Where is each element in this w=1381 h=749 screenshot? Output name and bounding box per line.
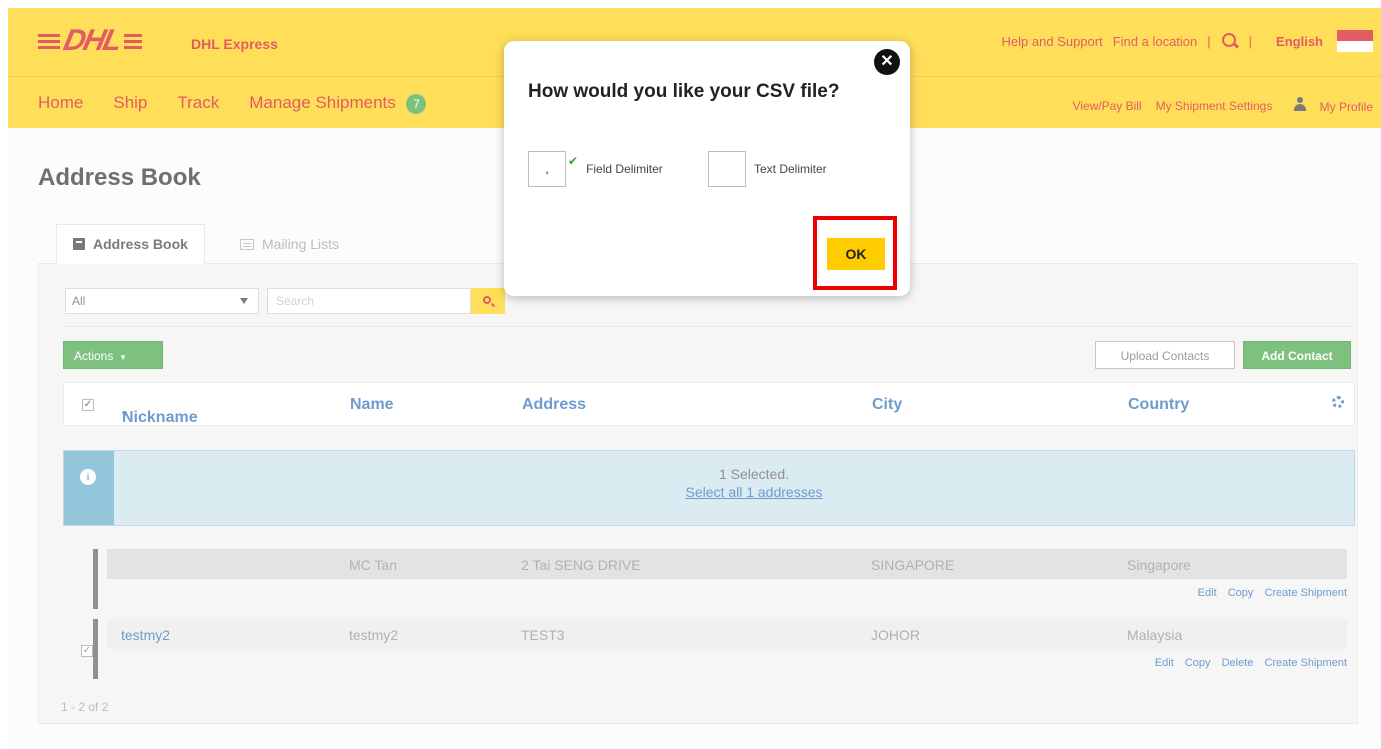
text-delimiter-group: Text Delimiter [708, 151, 827, 187]
field-delimiter-label: Field Delimiter [586, 162, 663, 176]
ok-button[interactable]: OK [827, 238, 885, 270]
check-icon: ✔ [568, 154, 579, 168]
field-delimiter-group: ✔ Field Delimiter [528, 151, 663, 187]
field-delimiter-input[interactable] [528, 151, 566, 187]
text-delimiter-input[interactable] [708, 151, 746, 187]
modal-title: How would you like your CSV file? [528, 81, 840, 102]
csv-options-modal: ✕ How would you like your CSV file? ✔ Fi… [504, 41, 910, 296]
close-icon[interactable]: ✕ [874, 49, 900, 75]
text-delimiter-label: Text Delimiter [754, 162, 827, 176]
